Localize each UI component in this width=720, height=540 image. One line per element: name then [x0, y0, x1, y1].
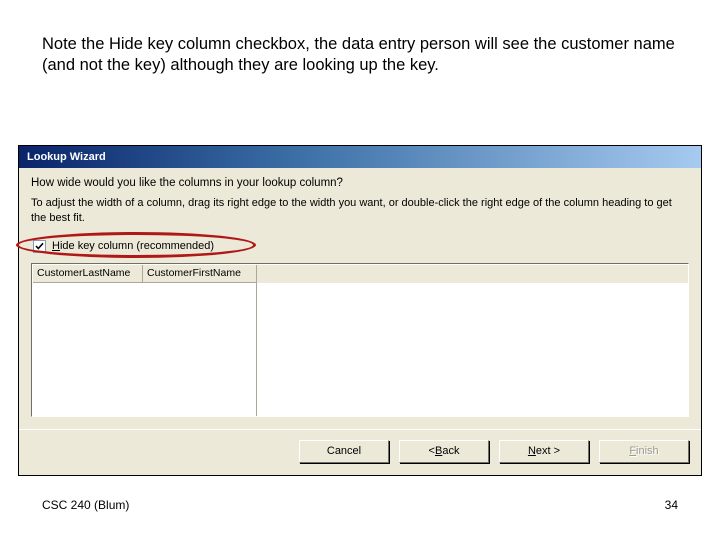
checkmark-icon	[35, 242, 44, 251]
slide-footer-left: CSC 240 (Blum)	[42, 498, 129, 512]
column-header-1[interactable]: CustomerLastName	[33, 265, 143, 283]
dialog-title: Lookup Wizard	[27, 151, 106, 163]
column-width-grid[interactable]: CustomerLastName CustomerFirstName	[31, 263, 689, 417]
hide-key-column-row: Hide key column (recommended)	[31, 240, 689, 253]
hide-key-column-checkbox[interactable]	[33, 240, 46, 253]
dialog-instructions: To adjust the width of a column, drag it…	[31, 196, 689, 226]
cancel-button[interactable]: Cancel	[299, 440, 389, 463]
grid-header: CustomerLastName CustomerFirstName	[33, 265, 688, 283]
slide-number: 34	[665, 498, 678, 512]
dialog-titlebar: Lookup Wizard	[19, 146, 701, 168]
dialog-body: How wide would you like the columns in y…	[19, 168, 701, 429]
finish-button: Finish	[599, 440, 689, 463]
column-header-2[interactable]: CustomerFirstName	[143, 265, 257, 283]
hide-key-column-label[interactable]: Hide key column (recommended)	[52, 240, 214, 252]
grid-rows	[33, 283, 257, 417]
dialog-button-row: Cancel < Back Next > Finish	[19, 429, 701, 475]
back-button[interactable]: < Back	[399, 440, 489, 463]
slide-caption: Note the Hide key column checkbox, the d…	[42, 34, 680, 77]
next-button[interactable]: Next >	[499, 440, 589, 463]
dialog-prompt: How wide would you like the columns in y…	[31, 177, 689, 189]
lookup-wizard-dialog: Lookup Wizard How wide would you like th…	[18, 145, 702, 476]
